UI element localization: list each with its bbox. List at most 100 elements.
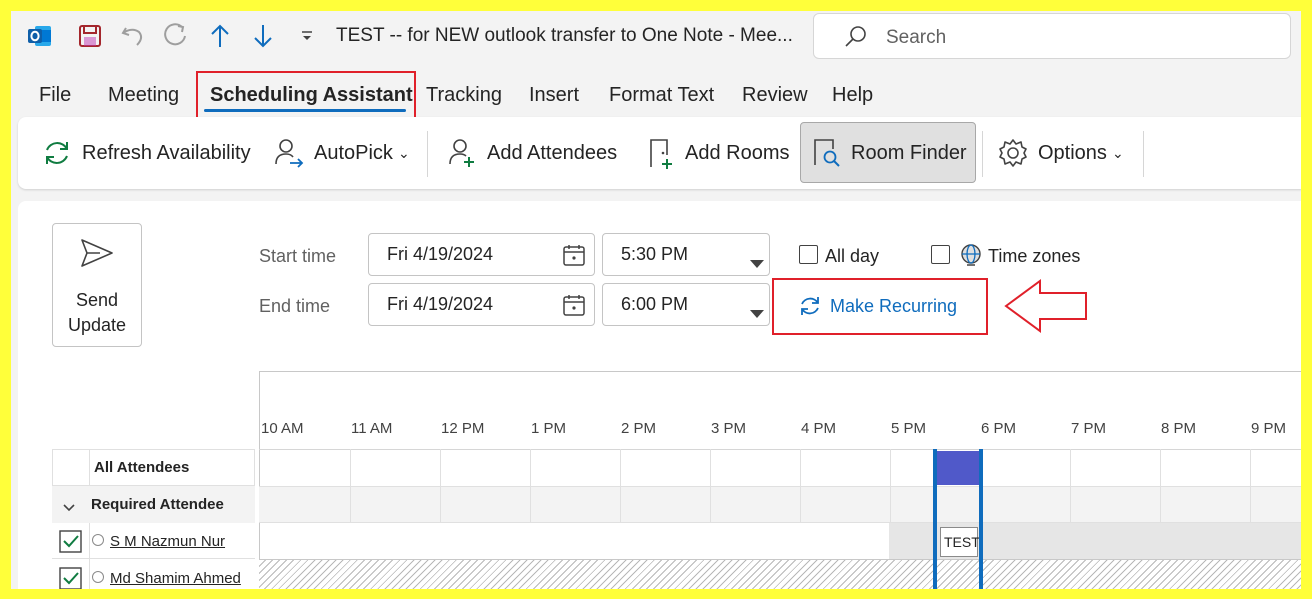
hour-gridline bbox=[800, 449, 801, 523]
add-rooms-button[interactable]: Add Rooms bbox=[643, 117, 790, 189]
ribbon-divider bbox=[1143, 131, 1144, 177]
hour-label: 7 PM bbox=[1071, 420, 1107, 437]
hour-gridline bbox=[620, 449, 621, 523]
time-zones-label: Time zones bbox=[988, 246, 1081, 266]
room-finder-button[interactable]: Room Finder bbox=[809, 117, 967, 189]
all-day-checkbox[interactable] bbox=[799, 245, 818, 264]
column-divider bbox=[89, 449, 90, 486]
required-group-label: Required Attendee bbox=[91, 496, 224, 513]
tab-format-text[interactable]: Format Text bbox=[609, 84, 714, 107]
tab-file[interactable]: File bbox=[39, 84, 71, 107]
ribbon-divider bbox=[427, 131, 428, 177]
annotation-box-tab bbox=[196, 71, 416, 122]
tab-help[interactable]: Help bbox=[832, 84, 873, 107]
all-attendees-busy-bar bbox=[934, 451, 980, 485]
tab-insert[interactable]: Insert bbox=[529, 84, 579, 107]
end-date-value: Fri 4/19/2024 bbox=[387, 294, 494, 314]
attendee-name[interactable]: Md Shamim Ahmed bbox=[110, 570, 241, 587]
chevron-down-icon: ⌄ bbox=[397, 144, 410, 161]
hour-label: 8 PM bbox=[1161, 420, 1197, 437]
meeting-end-marker[interactable] bbox=[979, 449, 983, 589]
dropdown-arrow-icon bbox=[750, 252, 764, 273]
start-time-field[interactable]: 5:30 PM bbox=[602, 233, 770, 276]
redo-icon[interactable] bbox=[163, 23, 189, 49]
hour-label: 1 PM bbox=[531, 420, 567, 437]
attendee-checkbox[interactable] bbox=[59, 567, 82, 589]
customize-dropdown-icon[interactable] bbox=[294, 23, 320, 49]
room-search-icon bbox=[809, 136, 843, 170]
up-arrow-icon[interactable] bbox=[207, 23, 233, 49]
chevron-down-icon[interactable] bbox=[63, 499, 75, 517]
outlook-window: TEST -- for NEW outlook transfer to One … bbox=[11, 11, 1301, 589]
window-title: TEST -- for NEW outlook transfer to One … bbox=[336, 25, 793, 46]
end-time-field[interactable]: 6:00 PM bbox=[602, 283, 770, 326]
required-group-row bbox=[259, 486, 1301, 523]
start-date-value: Fri 4/19/2024 bbox=[387, 244, 494, 264]
calendar-icon[interactable] bbox=[562, 293, 586, 322]
start-date-field[interactable]: Fri 4/19/2024 bbox=[368, 233, 595, 276]
row-divider bbox=[259, 449, 1301, 450]
attendee-response-icon bbox=[92, 534, 104, 546]
search-box[interactable]: Search bbox=[813, 13, 1291, 59]
start-time-label: Start time bbox=[259, 246, 337, 266]
hour-gridline bbox=[1250, 449, 1251, 523]
hour-label: 6 PM bbox=[981, 420, 1017, 437]
down-arrow-icon[interactable] bbox=[250, 23, 276, 49]
hour-gridline bbox=[350, 449, 351, 523]
hour-gridline bbox=[440, 449, 441, 523]
add-rooms-label: Add Rooms bbox=[685, 141, 790, 164]
send-icon bbox=[80, 238, 114, 273]
search-placeholder: Search bbox=[886, 27, 947, 48]
send-label-line1: Send bbox=[75, 290, 119, 310]
start-time-value: 5:30 PM bbox=[621, 244, 689, 264]
add-attendees-label: Add Attendees bbox=[487, 141, 618, 164]
hour-gridline bbox=[1160, 449, 1161, 523]
add-person-icon bbox=[445, 136, 479, 170]
meeting-start-marker[interactable] bbox=[933, 449, 937, 589]
door-add-icon bbox=[643, 136, 677, 170]
end-date-field[interactable]: Fri 4/19/2024 bbox=[368, 283, 595, 326]
hour-label: 2 PM bbox=[621, 420, 657, 437]
all-day-label: All day bbox=[825, 246, 880, 266]
all-attendees-label: All Attendees bbox=[94, 459, 190, 476]
save-icon[interactable] bbox=[77, 23, 103, 49]
hour-gridline bbox=[530, 449, 531, 523]
calendar-icon[interactable] bbox=[562, 243, 586, 272]
hour-label: 10 AM bbox=[261, 420, 304, 437]
refresh-availability-button[interactable]: Refresh Availability bbox=[40, 117, 251, 189]
annotation-box-recurring bbox=[772, 278, 988, 335]
dropdown-arrow-icon bbox=[750, 302, 764, 323]
gear-icon bbox=[996, 136, 1030, 170]
globe-icon bbox=[959, 243, 983, 272]
hour-label: 3 PM bbox=[711, 420, 747, 437]
tab-review[interactable]: Review bbox=[742, 84, 808, 107]
hour-label: 4 PM bbox=[801, 420, 837, 437]
no-info-row bbox=[259, 559, 1301, 589]
hour-label: 5 PM bbox=[891, 420, 927, 437]
tab-tracking[interactable]: Tracking bbox=[426, 84, 502, 107]
add-attendees-button[interactable]: Add Attendees bbox=[445, 117, 617, 189]
autopick-button[interactable]: AutoPick ⌄ bbox=[272, 117, 410, 189]
chevron-down-icon: ⌄ bbox=[1111, 144, 1124, 161]
send-update-button[interactable]: Send Update bbox=[52, 223, 142, 347]
ribbon-divider bbox=[982, 131, 983, 177]
tab-meeting[interactable]: Meeting bbox=[108, 84, 179, 107]
search-icon bbox=[844, 25, 868, 54]
attendee-checkbox[interactable] bbox=[59, 530, 82, 558]
room-finder-label: Room Finder bbox=[851, 141, 967, 164]
hour-gridline bbox=[1070, 449, 1071, 523]
end-time-label: End time bbox=[259, 296, 331, 316]
hour-label: 11 AM bbox=[351, 420, 393, 437]
refresh-availability-label: Refresh Availability bbox=[82, 141, 251, 164]
end-time-value: 6:00 PM bbox=[621, 294, 689, 314]
column-divider bbox=[89, 523, 90, 589]
time-zones-checkbox[interactable] bbox=[931, 245, 950, 264]
outlook-logo-icon bbox=[27, 23, 53, 49]
hour-gridline bbox=[710, 449, 711, 523]
attendee-name[interactable]: S M Nazmun Nur bbox=[110, 533, 225, 550]
options-label: Options bbox=[1038, 141, 1107, 164]
undo-icon[interactable] bbox=[120, 23, 146, 49]
busy-item-label: TEST bbox=[940, 527, 980, 557]
autopick-label: AutoPick bbox=[314, 141, 393, 164]
options-button[interactable]: Options ⌄ bbox=[996, 117, 1124, 189]
